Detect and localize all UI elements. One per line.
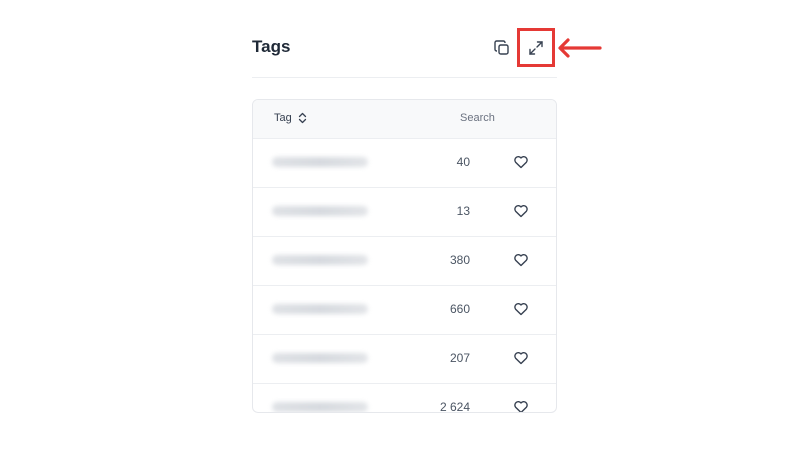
tag-cell-redacted[interactable] <box>272 206 368 216</box>
copy-button[interactable] <box>490 36 514 60</box>
table-row: 13 <box>253 188 556 237</box>
search-count: 660 <box>449 302 470 316</box>
search-count: 2 624 <box>439 400 470 413</box>
heart-icon[interactable] <box>513 301 529 317</box>
arrow-icon <box>558 38 602 58</box>
heart-icon[interactable] <box>513 399 529 413</box>
search-count: 40 <box>456 155 470 169</box>
tag-cell-redacted[interactable] <box>272 255 368 265</box>
tags-panel: Tags Tag Search 40 13 380 660 207 2 624 <box>252 0 557 457</box>
table-row: 40 <box>253 139 556 188</box>
search-count: 207 <box>449 351 470 365</box>
column-header-search: Search <box>460 112 495 124</box>
table-row: 2 624 <box>253 384 556 413</box>
tag-cell-redacted[interactable] <box>272 402 368 412</box>
heart-icon[interactable] <box>513 154 529 170</box>
expand-icon <box>529 40 543 55</box>
copy-icon <box>494 40 509 55</box>
column-tag-label: Tag <box>274 112 292 124</box>
heart-icon[interactable] <box>513 203 529 219</box>
sort-icon <box>298 112 306 124</box>
tag-cell-redacted[interactable] <box>272 304 368 314</box>
tag-cell-redacted[interactable] <box>272 353 368 363</box>
header-divider <box>252 77 557 78</box>
heart-icon[interactable] <box>513 350 529 366</box>
tag-cell-redacted[interactable] <box>272 157 368 167</box>
table-row: 660 <box>253 286 556 335</box>
table-header: Tag Search <box>253 100 556 139</box>
column-header-tag[interactable]: Tag <box>274 112 307 124</box>
panel-header: Tags <box>252 28 557 68</box>
search-count: 380 <box>449 253 470 267</box>
heart-icon[interactable] <box>513 252 529 268</box>
expand-button[interactable] <box>517 28 555 67</box>
tags-table: Tag Search 40 13 380 660 207 2 624 <box>252 99 557 413</box>
table-row: 207 <box>253 335 556 384</box>
search-count: 13 <box>456 204 470 218</box>
page-title: Tags <box>252 37 291 56</box>
table-row: 380 <box>253 237 556 286</box>
